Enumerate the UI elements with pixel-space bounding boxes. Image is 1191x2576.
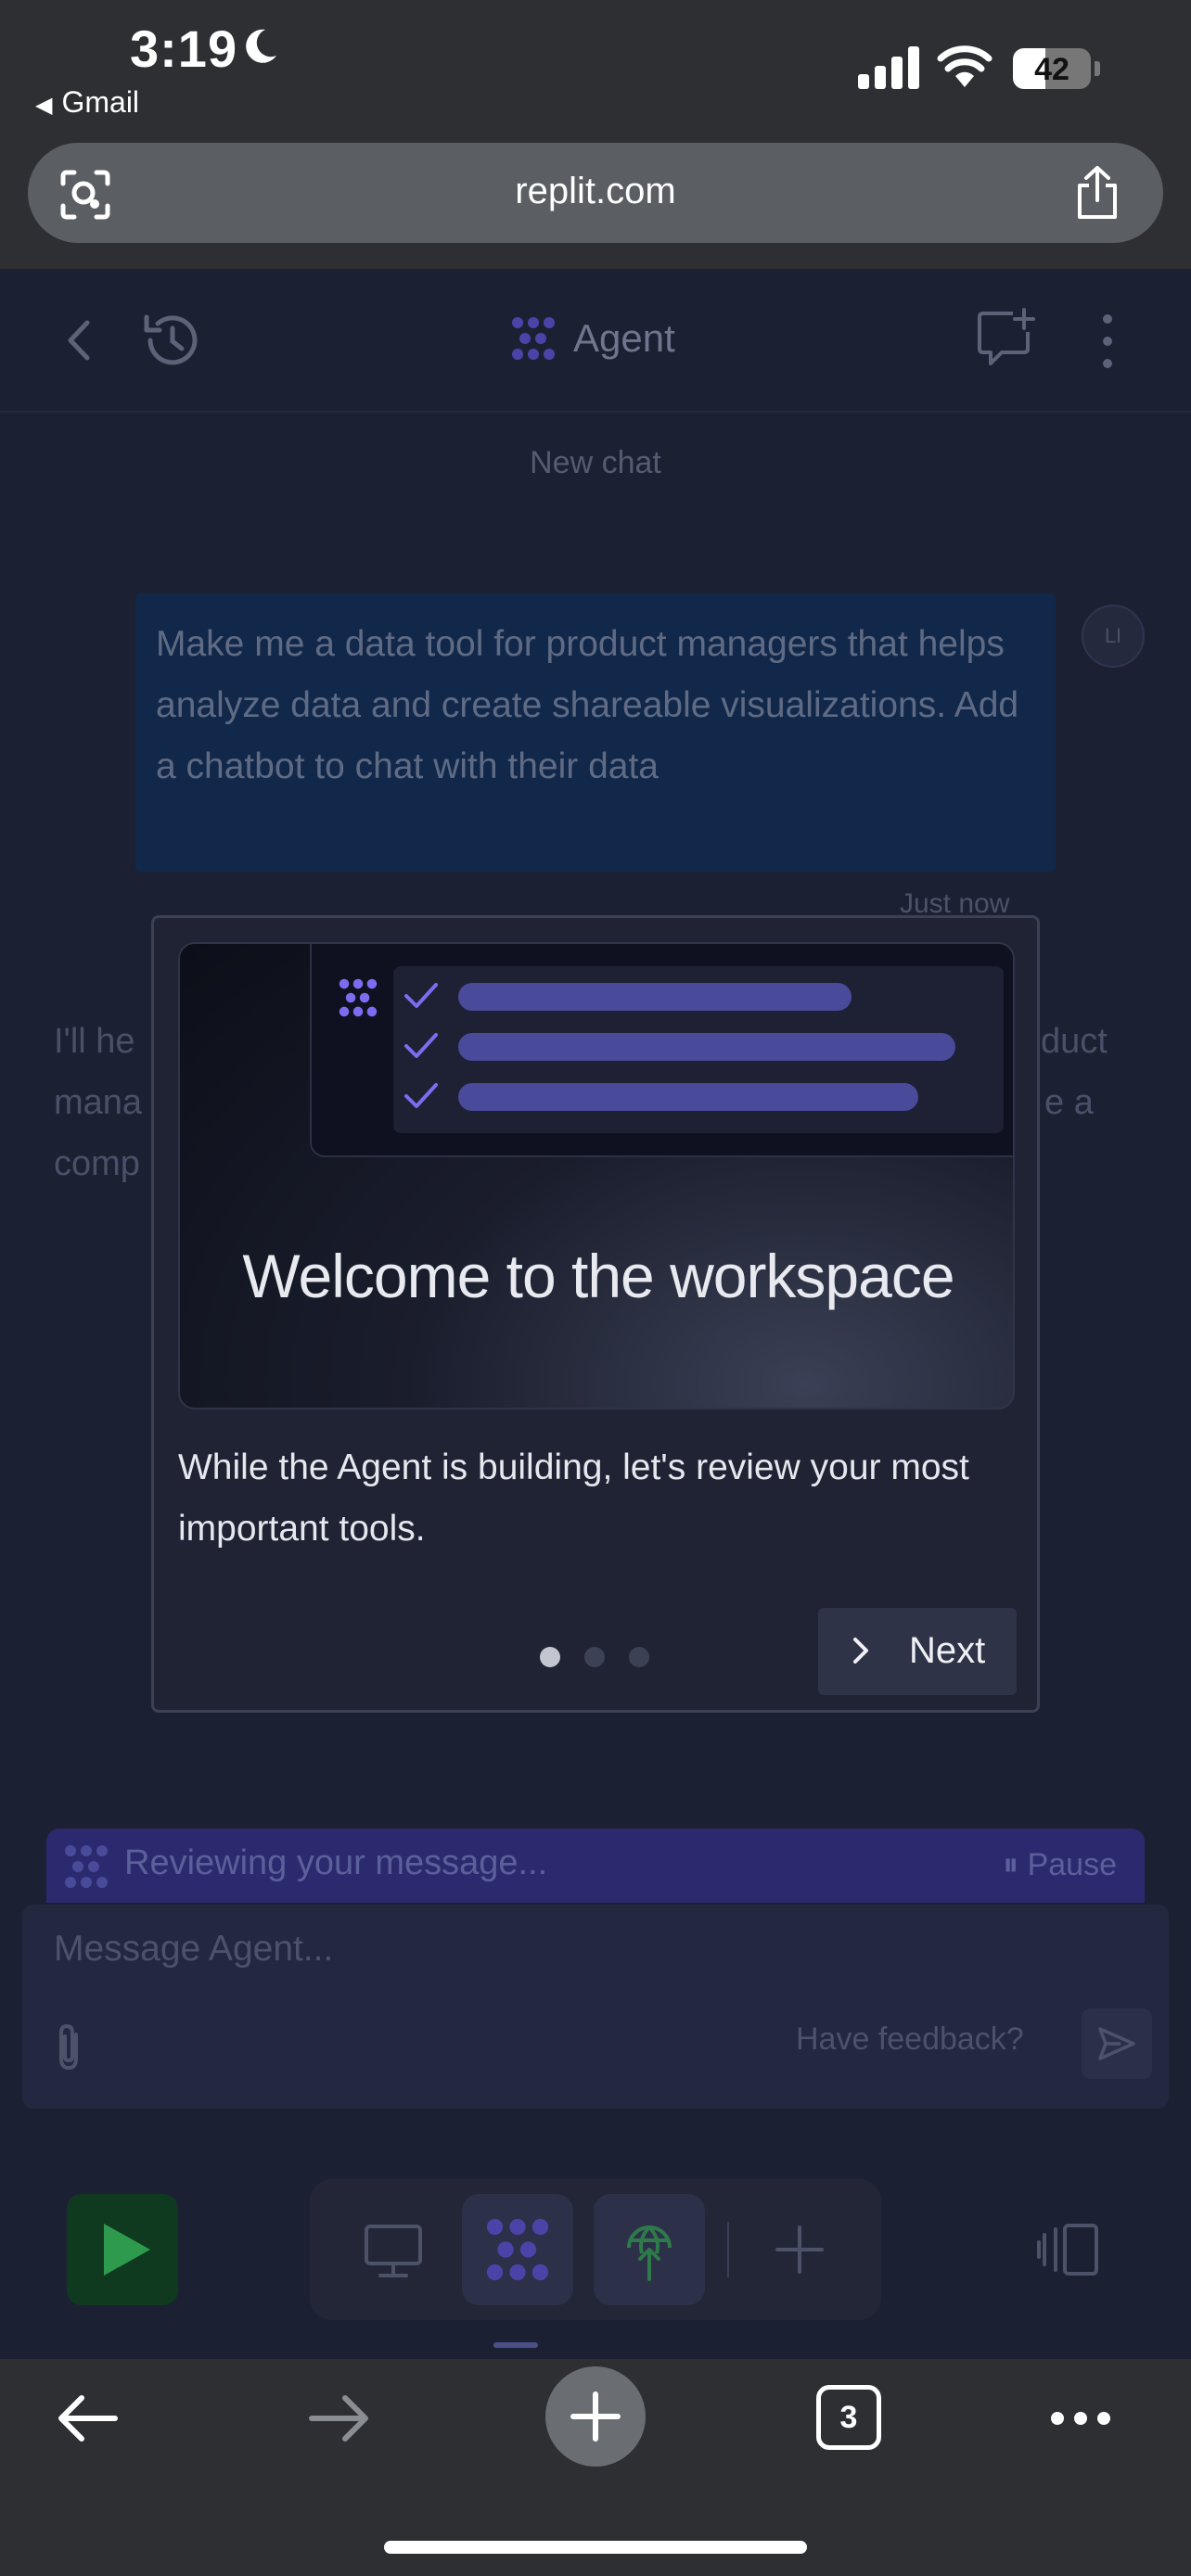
- run-button[interactable]: [67, 2194, 178, 2305]
- add-tab-button[interactable]: [744, 2194, 855, 2305]
- layout-toggle-icon[interactable]: [1035, 2222, 1100, 2277]
- agent-title: Agent: [510, 315, 675, 362]
- back-to-app-link[interactable]: ◀ Gmail: [35, 85, 139, 120]
- app-header: Agent: [0, 269, 1191, 413]
- chat-section-label: New chat: [530, 445, 661, 480]
- forward-arrow-icon[interactable]: [306, 2392, 373, 2444]
- pause-button[interactable]: ⏸︎ Pause: [1003, 1847, 1117, 1883]
- deploy-globe-icon: [627, 2225, 672, 2281]
- modal-body: While the Agent is building, let's revie…: [178, 1447, 969, 1549]
- check-icon: [404, 1083, 438, 1108]
- illustration-task-card: [310, 944, 1013, 1157]
- illustration-task-row: [393, 1022, 1004, 1072]
- preview-tab[interactable]: [338, 2194, 449, 2305]
- new-chat-icon[interactable]: [976, 308, 1037, 369]
- illustration-task-row: [393, 1072, 1004, 1122]
- back-chevron-icon[interactable]: [61, 317, 95, 363]
- agent-reply-fragment: e a: [1044, 1083, 1094, 1122]
- browser-bottom-toolbar: 3: [0, 2359, 1191, 2576]
- agent-tab[interactable]: [462, 2194, 573, 2305]
- step-dot[interactable]: [540, 1647, 560, 1667]
- chevron-right-icon: [853, 1638, 868, 1664]
- onboarding-modal: Welcome to the workspace While the Agent…: [151, 915, 1040, 1713]
- dock-divider: [727, 2222, 729, 2277]
- replit-app: Agent New chat Make me a data tool for p…: [0, 269, 1191, 2359]
- pause-label: Pause: [1027, 1847, 1117, 1882]
- agent-reply-fragment: I'll he: [54, 1022, 135, 1061]
- header-title: Agent: [573, 316, 675, 360]
- welcome-illustration: Welcome to the workspace: [178, 942, 1015, 1409]
- send-button[interactable]: [1082, 2009, 1152, 2079]
- user-avatar: LI: [1082, 605, 1145, 668]
- modal-heading: Welcome to the workspace: [242, 1242, 954, 1310]
- history-icon[interactable]: [137, 310, 202, 371]
- agent-reply-fragment: mana: [54, 1083, 143, 1122]
- agent-reply-fragment: duct: [1041, 1022, 1108, 1061]
- agent-logo-icon: [486, 2218, 549, 2281]
- status-bar: 3:19 ◀ Gmail 42: [0, 0, 1191, 139]
- back-app-label: Gmail: [61, 85, 140, 119]
- message-composer: Message Agent... Have feedback?: [22, 1905, 1169, 2109]
- plus-icon: [775, 2225, 824, 2274]
- check-icon: [404, 1033, 438, 1058]
- agent-status-text: Reviewing your message...: [124, 1843, 548, 1882]
- tabs-button[interactable]: 3: [816, 2385, 881, 2450]
- next-button[interactable]: Next: [818, 1608, 1017, 1695]
- agent-logo-icon: [512, 317, 555, 360]
- battery-indicator: 42: [1013, 48, 1100, 89]
- agent-reply-fragment: comp: [54, 1144, 140, 1183]
- address-bar[interactable]: replit.com: [28, 143, 1163, 243]
- back-arrow-icon[interactable]: [54, 2392, 121, 2444]
- home-indicator: [384, 2541, 807, 2554]
- message-input[interactable]: Message Agent...: [54, 1929, 333, 1970]
- check-icon: [404, 983, 438, 1008]
- next-label: Next: [909, 1630, 986, 1671]
- feedback-link[interactable]: Have feedback?: [796, 2021, 1024, 2058]
- more-horizontal-icon[interactable]: [1048, 2409, 1113, 2428]
- monitor-icon: [365, 2225, 422, 2277]
- step-dot[interactable]: [584, 1647, 605, 1667]
- illustration-task-row: [393, 972, 1004, 1022]
- agent-logo-icon: [339, 978, 378, 1017]
- pause-icon: ⏸︎: [1003, 1847, 1028, 1882]
- step-dot[interactable]: [629, 1647, 649, 1667]
- agent-logo-icon: [65, 1845, 108, 1888]
- agent-status-strip: Reviewing your message... ⏸︎ Pause: [46, 1829, 1145, 1903]
- moon-icon: [246, 29, 276, 63]
- illustration-task-list: [393, 966, 1004, 1133]
- screen: 3:19 ◀ Gmail 42 replit.com Agent New cha…: [0, 0, 1191, 2576]
- more-vertical-icon[interactable]: [1095, 312, 1121, 371]
- plus-icon: [570, 2391, 621, 2442]
- workspace-dock: [310, 2179, 881, 2320]
- share-icon[interactable]: [1072, 165, 1122, 221]
- attach-icon[interactable]: [52, 2021, 85, 2073]
- new-tab-button[interactable]: [545, 2366, 646, 2467]
- send-icon: [1098, 2027, 1135, 2060]
- deploy-tab[interactable]: [594, 2194, 705, 2305]
- battery-percent: 42: [1034, 52, 1069, 87]
- wifi-icon: [937, 45, 992, 87]
- drawer-handle[interactable]: [493, 2342, 538, 2348]
- url-text: replit.com: [515, 171, 676, 211]
- play-icon: [104, 2224, 150, 2276]
- clock: 3:19: [130, 19, 238, 78]
- cellular-signal-icon: [858, 46, 919, 89]
- browser-top-bar: replit.com: [0, 139, 1191, 269]
- back-triangle-icon: ◀: [35, 93, 53, 118]
- user-message-bubble: Make me a data tool for product managers…: [135, 593, 1056, 872]
